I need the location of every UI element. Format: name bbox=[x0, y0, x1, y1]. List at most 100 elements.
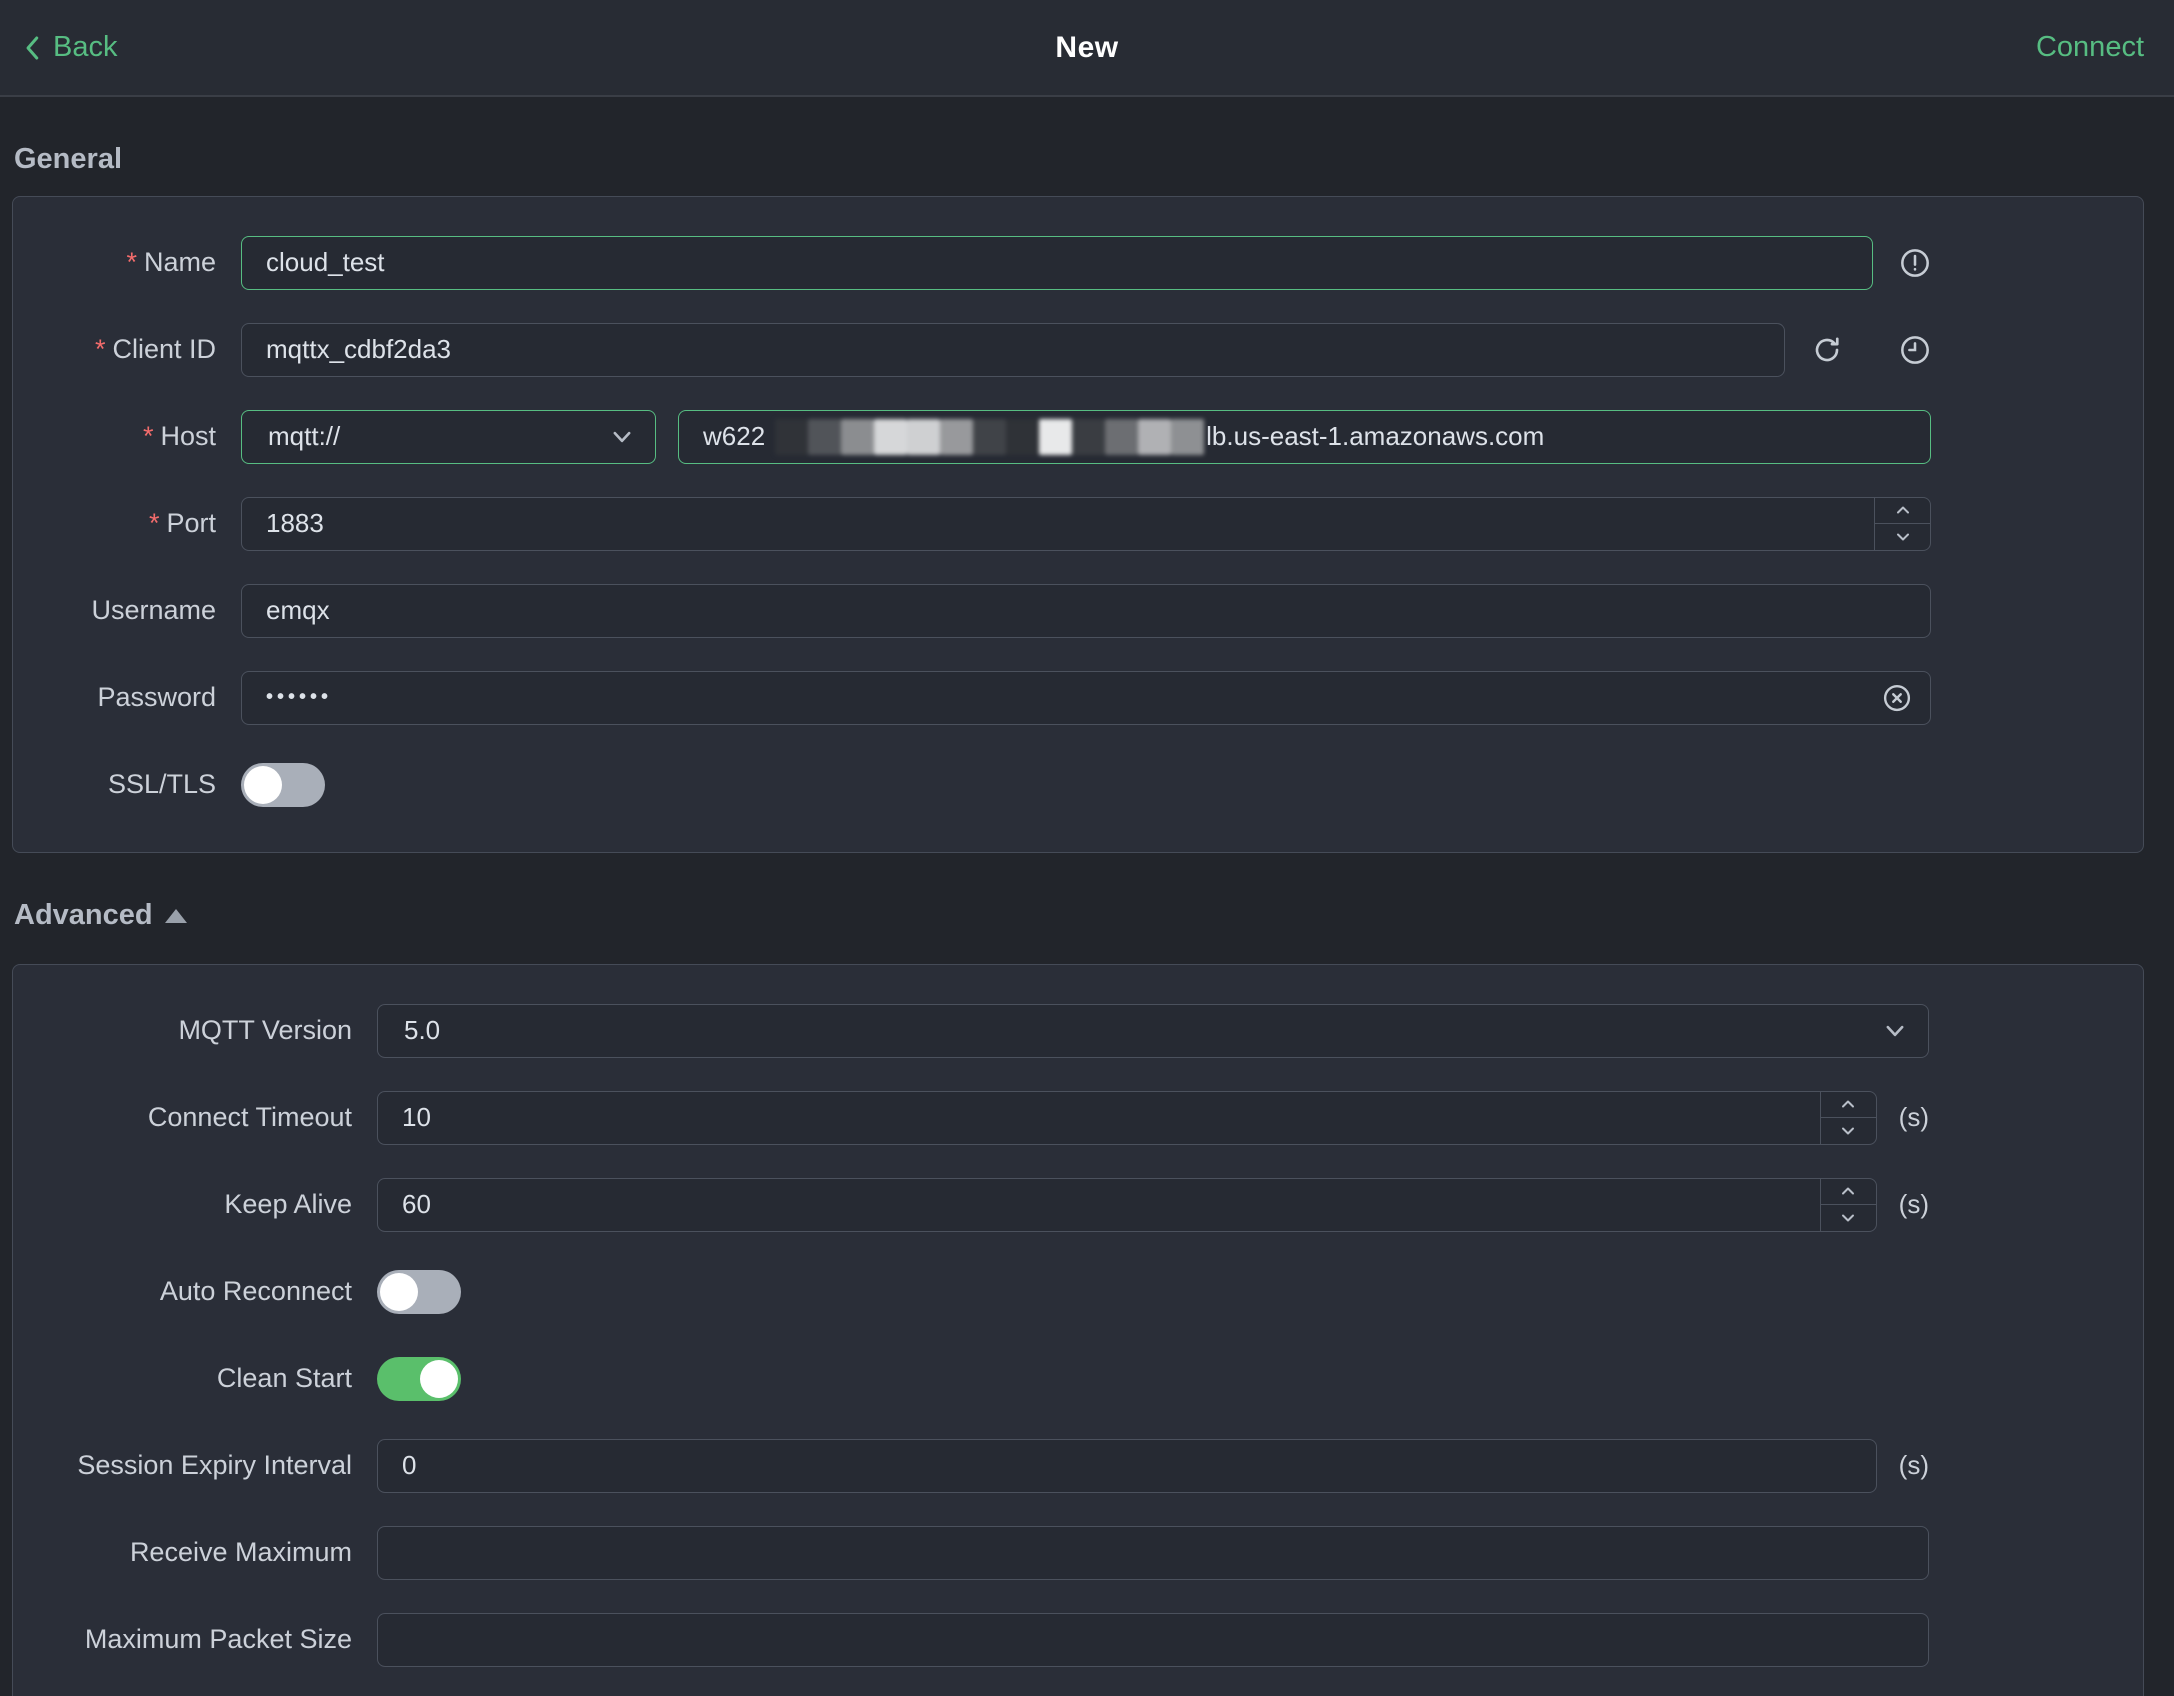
stepper-down-button[interactable] bbox=[1875, 524, 1930, 550]
auto-reconnect-label: Auto Reconnect bbox=[159, 1276, 352, 1306]
connect-timeout-label: Connect Timeout bbox=[147, 1102, 352, 1132]
mqtt-version-select[interactable]: 5.0 bbox=[377, 1003, 1929, 1058]
receive-maximum-input[interactable] bbox=[378, 1526, 1928, 1579]
keep-alive-label: Keep Alive bbox=[224, 1189, 352, 1219]
topbar: Back New Connect bbox=[0, 0, 2174, 97]
field-row-max-packet-size: Maximum Packet Size bbox=[13, 1596, 2143, 1683]
port-label: Port bbox=[166, 508, 216, 538]
field-row-auto-reconnect: Auto Reconnect bbox=[13, 1248, 2143, 1335]
general-section-header: General bbox=[14, 143, 2144, 176]
refresh-icon[interactable] bbox=[1811, 334, 1843, 366]
warning-circle-icon bbox=[1899, 247, 1931, 279]
field-row-host: * Host mqtt:// w622 lb.us-east-1.amazonaw… bbox=[13, 393, 2143, 480]
stepper-down-button[interactable] bbox=[1821, 1118, 1876, 1144]
chevron-down-icon bbox=[1882, 1018, 1908, 1044]
new-connection-page: Back New Connect General * Name cloud_te… bbox=[0, 0, 2174, 1696]
username-label: Username bbox=[91, 595, 216, 625]
back-label: Back bbox=[53, 31, 118, 63]
field-row-ssl: SSL/TLS bbox=[13, 741, 2143, 828]
connect-timeout-input-box bbox=[377, 1090, 1877, 1145]
required-marker: * bbox=[126, 247, 137, 277]
caret-up-icon bbox=[164, 908, 187, 923]
name-input[interactable] bbox=[242, 236, 1872, 289]
general-card: *Name *Client ID bbox=[12, 196, 2144, 853]
page-title: New bbox=[1055, 30, 1119, 64]
field-row-keep-alive: Keep Alive (s) bbox=[13, 1161, 2143, 1248]
host-value-prefix: w622 bbox=[703, 421, 766, 451]
max-packet-size-input[interactable] bbox=[378, 1613, 1928, 1666]
chevron-left-icon bbox=[22, 33, 44, 63]
field-row-password: Password bbox=[13, 654, 2143, 741]
seconds-unit-label: (s) bbox=[1898, 1102, 1929, 1132]
field-row-mqtt-version: MQTT Version 5.0 bbox=[13, 987, 2143, 1074]
stepper-up-button[interactable] bbox=[1820, 1092, 1876, 1118]
clean-start-toggle[interactable] bbox=[377, 1356, 461, 1401]
name-label: Name bbox=[143, 247, 216, 277]
keep-alive-input-box bbox=[377, 1177, 1877, 1232]
advanced-section-header[interactable]: Advanced bbox=[14, 899, 2144, 932]
max-packet-size-input-box bbox=[377, 1612, 1929, 1667]
back-button[interactable]: Back bbox=[22, 31, 117, 64]
chevron-down-icon bbox=[609, 424, 635, 450]
general-header-label: General bbox=[14, 143, 122, 175]
password-input[interactable] bbox=[242, 671, 1930, 724]
connect-button[interactable]: Connect bbox=[2036, 31, 2144, 64]
connect-timeout-input[interactable] bbox=[378, 1091, 1876, 1144]
host-protocol-select[interactable]: mqtt:// bbox=[241, 409, 656, 464]
host-label: Host bbox=[160, 421, 216, 451]
toggle-knob bbox=[380, 1272, 418, 1311]
host-value-suffix: lb.us-east-1.amazonaws.com bbox=[1206, 421, 1545, 451]
seconds-unit-label: (s) bbox=[1898, 1450, 1929, 1480]
mqtt-version-label: MQTT Version bbox=[178, 1015, 352, 1045]
toggle-knob bbox=[244, 765, 282, 804]
field-row-clean-start: Clean Start bbox=[13, 1335, 2143, 1422]
stepper-down-button[interactable] bbox=[1821, 1205, 1876, 1231]
keep-alive-input[interactable] bbox=[378, 1178, 1876, 1231]
auto-reconnect-toggle[interactable] bbox=[377, 1269, 461, 1314]
required-marker: * bbox=[94, 334, 106, 364]
advanced-header-label: Advanced bbox=[14, 899, 153, 931]
connect-timeout-stepper bbox=[1819, 1091, 1876, 1144]
port-input-box bbox=[241, 496, 1931, 551]
clean-start-label: Clean Start bbox=[216, 1363, 352, 1393]
seconds-unit-label: (s) bbox=[1898, 1189, 1929, 1219]
field-row-client-id: * Client ID bbox=[13, 306, 2143, 393]
password-label: Password bbox=[97, 682, 216, 712]
keep-alive-stepper bbox=[1819, 1178, 1876, 1231]
field-row-receive-maximum: Receive Maximum bbox=[13, 1509, 2143, 1596]
required-marker: * bbox=[148, 508, 160, 538]
session-expiry-label: Session Expiry Interval bbox=[77, 1450, 352, 1480]
name-input-box bbox=[241, 235, 1873, 290]
stepper-up-button[interactable] bbox=[1875, 498, 1930, 524]
toggle-knob bbox=[420, 1359, 458, 1398]
ssl-label: SSL/TLS bbox=[107, 769, 216, 799]
host-input[interactable]: w622 lb.us-east-1.amazonaws.com bbox=[678, 409, 1931, 464]
field-row-name: * Name bbox=[13, 219, 2143, 306]
form-content: General * Name cloud_test * Client ID mq… bbox=[0, 143, 2174, 1696]
username-input-box bbox=[241, 583, 1931, 638]
client-id-input[interactable] bbox=[242, 323, 1784, 376]
stepper-up-button[interactable] bbox=[1820, 1179, 1876, 1205]
field-row-connect-timeout: Connect Timeout ( bbox=[13, 1074, 2143, 1161]
field-row-username: Username bbox=[13, 567, 2143, 654]
clear-circle-x-icon[interactable] bbox=[1882, 683, 1912, 713]
max-packet-size-label: Maximum Packet Size bbox=[84, 1624, 352, 1654]
username-input[interactable] bbox=[242, 584, 1930, 637]
session-expiry-input-box bbox=[377, 1438, 1877, 1493]
host-redacted-blur bbox=[775, 418, 1205, 455]
password-input-box bbox=[241, 670, 1931, 725]
port-stepper bbox=[1874, 497, 1930, 550]
session-expiry-input[interactable] bbox=[378, 1439, 1876, 1492]
receive-maximum-label: Receive Maximum bbox=[129, 1537, 352, 1567]
ssl-toggle[interactable] bbox=[241, 762, 325, 807]
client-id-label: Client ID bbox=[112, 334, 216, 364]
advanced-card: MQTT Version 5.0 Connect Timeout 10 (s) … bbox=[12, 964, 2144, 1696]
field-row-session-expiry: Session Expiry Interval (s) bbox=[13, 1422, 2143, 1509]
receive-maximum-input-box bbox=[377, 1525, 1929, 1580]
required-marker: * bbox=[142, 421, 154, 451]
host-protocol-value: mqtt:// bbox=[268, 421, 341, 451]
history-clock-icon[interactable] bbox=[1899, 334, 1931, 366]
field-row-port: * Port bbox=[13, 480, 2143, 567]
port-input[interactable] bbox=[242, 497, 1930, 550]
mqtt-version-value: 5.0 bbox=[404, 1015, 441, 1045]
